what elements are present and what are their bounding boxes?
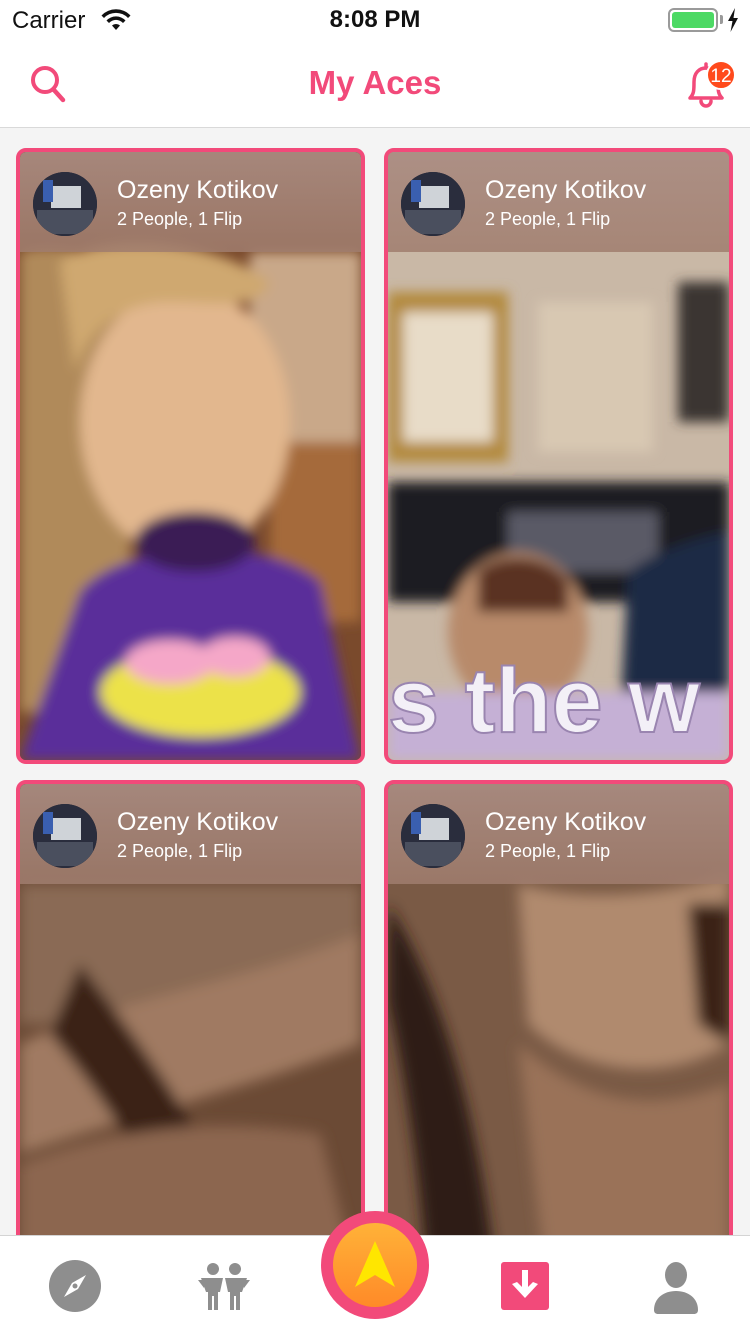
ace-card[interactable]: Ozeny Kotikov 2 People, 1 Flip [384,780,733,1235]
clock: 8:08 PM [329,6,421,33]
people-icon[interactable] [196,1258,252,1314]
photo-caption: s the w [388,650,700,752]
avatar [33,172,97,236]
notification-badge: 12 [706,60,736,90]
ace-button-inner [333,1223,417,1307]
card-name: Ozeny Kotikov [485,808,647,836]
ace-icon [355,1241,395,1287]
download-icon[interactable] [497,1258,553,1314]
avatar [401,172,465,236]
avatar [33,804,97,868]
card-name: Ozeny Kotikov [117,176,279,204]
compass-icon[interactable] [47,1258,103,1314]
app-screen: Carrier 8:08 PM My Aces 12 Ozeny Kotikov… [0,0,750,1334]
card-subtitle: 2 People, 1 Flip [117,209,243,229]
card-subtitle: 2 People, 1 Flip [485,841,611,861]
ace-card[interactable]: Ozeny Kotikov 2 People, 1 Flip [16,780,365,1235]
card-header: Ozeny Kotikov 2 People, 1 Flip [20,152,361,252]
ace-card[interactable]: Ozeny Kotikov 2 People, 1 Flip [16,148,365,764]
avatar [401,804,465,868]
ace-card[interactable]: s the w Ozeny Kotikov 2 People, 1 Flip [384,148,733,764]
nav-bar: My Aces 12 [0,40,750,128]
ace-button[interactable] [321,1211,429,1319]
charging-icon [728,8,738,32]
profile-icon[interactable] [648,1258,704,1314]
card-subtitle: 2 People, 1 Flip [117,841,243,861]
card-subtitle: 2 People, 1 Flip [485,209,611,229]
battery-nub [720,15,723,24]
status-bar: Carrier 8:08 PM [0,0,750,40]
card-header: Ozeny Kotikov 2 People, 1 Flip [20,784,361,884]
card-name: Ozeny Kotikov [485,176,647,204]
aces-grid: Ozeny Kotikov 2 People, 1 Flip s the w O… [0,129,750,1235]
card-name: Ozeny Kotikov [117,808,279,836]
page-title: My Aces [308,64,442,101]
battery-icon [668,8,718,32]
card-header: Ozeny Kotikov 2 People, 1 Flip [388,784,729,884]
card-header: Ozeny Kotikov 2 People, 1 Flip [388,152,729,252]
